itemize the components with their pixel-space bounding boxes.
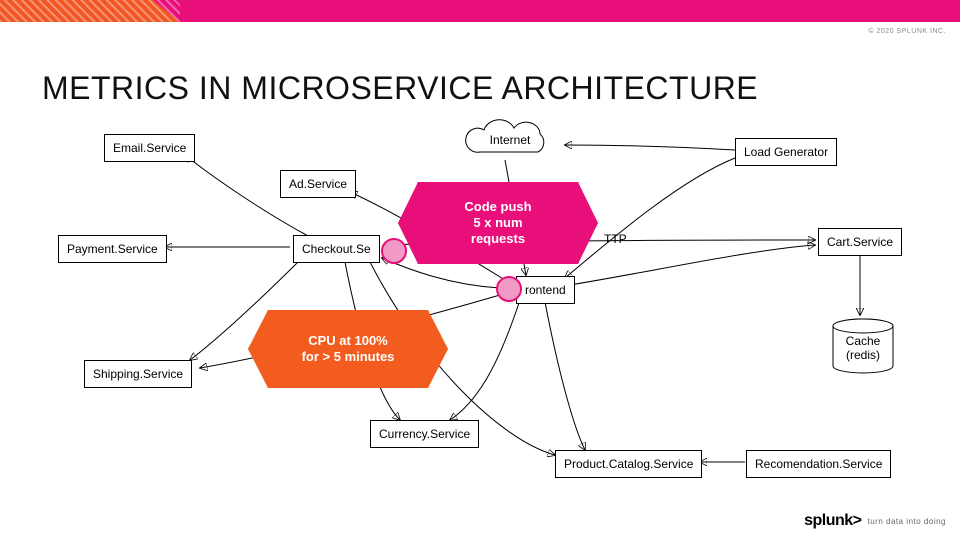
edge-frontend-currency [450, 300, 520, 420]
node-cart-service: Cart.Service [818, 228, 902, 256]
node-cache: Cache (redis) [828, 318, 898, 372]
brand-gt: > [853, 512, 862, 529]
callout-code-push-text: Code push 5 x num requests [450, 199, 545, 248]
copyright-text: © 2020 SPLUNK INC. [868, 28, 946, 35]
label-cache: Cache (redis) [828, 334, 898, 362]
node-product-catalog: Product.Catalog.Service [555, 450, 702, 478]
edge-frontend-cart [570, 245, 815, 285]
brand-footer: splunk> turn data into doing [804, 512, 946, 530]
label-internet: Internet [462, 133, 558, 147]
node-shipping-service: Shipping.Service [84, 360, 192, 388]
edge-loadgen-internet [565, 145, 735, 150]
node-frontend: rontend [516, 276, 575, 304]
node-load-generator: Load Generator [735, 138, 837, 166]
brand-name: splunk [804, 512, 853, 529]
node-internet: Internet [462, 122, 558, 162]
page-title: METRICS IN MICROSERVICE ARCHITECTURE [42, 70, 758, 107]
node-recommendation: Recomendation.Service [746, 450, 891, 478]
brand-tagline: turn data into doing [868, 517, 947, 526]
diagram-canvas: Email.Service Ad.Service Payment.Service… [0, 120, 960, 500]
callout-cpu-text: CPU at 100% for > 5 minutes [288, 333, 409, 366]
node-checkout-service: Checkout.Se [293, 235, 380, 263]
node-email-service: Email.Service [104, 134, 195, 162]
node-ad-service: Ad.Service [280, 170, 356, 198]
brand-logo: splunk> [804, 512, 861, 530]
label-http: TTP [604, 232, 627, 246]
top-accent-bar [0, 0, 960, 22]
callout-code-push: Code push 5 x num requests [398, 182, 598, 264]
node-payment-service: Payment.Service [58, 235, 167, 263]
callout-cpu: CPU at 100% for > 5 minutes [248, 310, 448, 388]
edges-layer [0, 120, 960, 500]
edge-frontend-catalog [545, 302, 585, 450]
marker-dot-checkout [381, 238, 407, 264]
node-currency-service: Currency.Service [370, 420, 479, 448]
marker-dot-frontend [496, 276, 522, 302]
